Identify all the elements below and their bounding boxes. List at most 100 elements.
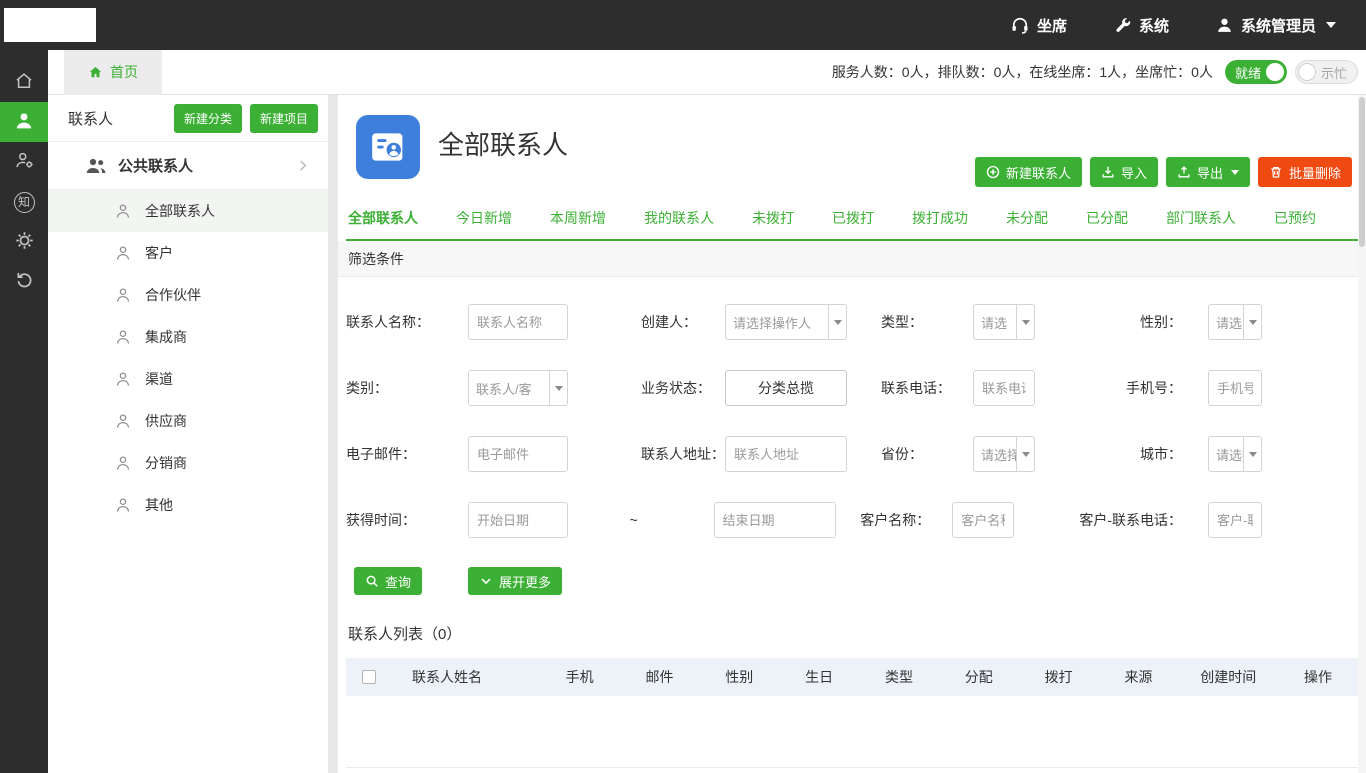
busy-toggle[interactable]: 示忙 [1295,60,1358,84]
filter-label: 性别： [1140,312,1182,332]
new-contact-button[interactable]: 新建联系人 [975,157,1082,187]
filter-label: 获得时间： [346,510,468,530]
sidebar-item-7[interactable]: 其他 [48,484,328,526]
chevron-down-icon [1016,437,1034,471]
home-tab-label: 首页 [110,62,138,82]
tab-6[interactable]: 拨打成功 [910,199,970,239]
chevron-down-icon [479,574,493,588]
column-header-8[interactable]: 来源 [1099,667,1179,687]
filter-select-1-0[interactable]: 联系人/客 [468,370,568,406]
tab-3[interactable]: 我的联系人 [642,199,716,239]
scrollbar-thumb[interactable] [1359,97,1365,247]
export-button[interactable]: 导出 [1166,157,1250,187]
tab-8[interactable]: 已分配 [1084,199,1130,239]
panel-header: 联系人 新建分类 新建项目 [48,95,328,142]
filter-input-2-1[interactable] [725,436,847,472]
filter-value-1-1[interactable]: 分类总揽 [725,370,847,406]
admin-menu-label: 系统管理员 [1241,15,1316,36]
sidebar-item-0[interactable]: 全部联系人 [48,190,328,232]
public-contacts-group[interactable]: 公共联系人 [48,142,328,190]
ready-toggle[interactable]: 就绪 [1225,60,1287,84]
admin-menu[interactable]: 系统管理员 [1215,15,1336,36]
filter-input-3-1[interactable] [714,502,836,538]
select-value: 联系人/客 [469,379,549,398]
system-menu-label: 系统 [1139,15,1169,36]
column-header-2[interactable]: 邮件 [620,667,700,687]
expand-more-button[interactable]: 展开更多 [468,567,562,595]
sidebar-item-6[interactable]: 分销商 [48,442,328,484]
ready-toggle-label: 就绪 [1235,63,1261,82]
agent-menu[interactable]: 坐席 [1010,15,1067,36]
expand-more-label: 展开更多 [499,572,551,591]
filter-label: 手机号： [1126,378,1182,398]
column-header-4[interactable]: 生日 [779,667,859,687]
filter-input-2-0[interactable] [468,436,568,472]
sidebar-item-2[interactable]: 合作伙伴 [48,274,328,316]
select-value: 请选择 [1209,445,1243,464]
header-actions: 新建联系人 导入 导出 批量删除 [975,157,1352,187]
column-header-3[interactable]: 性别 [699,667,779,687]
tab-5[interactable]: 已拨打 [830,199,876,239]
person-icon [114,496,132,514]
tab-9[interactable]: 部门联系人 [1164,199,1238,239]
column-header-10[interactable]: 操作 [1278,667,1358,687]
person-icon [114,202,132,220]
filter-select-0-3[interactable]: 请选 [1208,304,1262,340]
tab-1[interactable]: 今日新增 [454,199,514,239]
column-header-5[interactable]: 类型 [859,667,939,687]
tab-10[interactable]: 已预约 [1272,199,1318,239]
vertical-scrollbar[interactable] [1358,95,1366,773]
rail-item-contacts[interactable] [0,102,48,142]
filter-label: 联系人名称： [346,312,468,332]
rail-item-knowledge[interactable]: 知 [0,182,48,222]
sidebar-item-5[interactable]: 供应商 [48,400,328,442]
sidebar-item-4[interactable]: 渠道 [48,358,328,400]
query-button[interactable]: 查询 [354,567,422,595]
column-header-0[interactable]: 联系人姓名 [392,667,540,687]
tab-0[interactable]: 全部联系人 [346,199,420,239]
tab-7[interactable]: 未分配 [1004,199,1050,239]
topbar-menu: 坐席 系统 系统管理员 [1010,15,1336,36]
system-menu[interactable]: 系统 [1113,15,1169,36]
tab-2[interactable]: 本周新增 [548,199,608,239]
filter-input-3-0[interactable] [468,502,568,538]
filter-select-2-3[interactable]: 请选择 [1208,436,1262,472]
filter-input-1-2[interactable] [973,370,1035,406]
rail-item-agent-manage[interactable] [0,142,48,182]
page-header: 全部联系人 新建联系人 导入 导出 [338,95,1366,191]
filter-label: 业务状态： [641,378,725,398]
rail-item-settings[interactable] [0,222,48,262]
column-header-9[interactable]: 创建时间 [1178,667,1278,687]
sidebar-item-1[interactable]: 客户 [48,232,328,274]
filter-input-3-2[interactable] [952,502,1014,538]
column-header-6[interactable]: 分配 [939,667,1019,687]
import-label: 导入 [1121,163,1147,182]
filter-label: 联系电话： [881,378,973,398]
filter-select-0-2[interactable]: 请选 [973,304,1035,340]
content-row: 联系人 新建分类 新建项目 公共联系人 全部联系人客户合作伙伴集成商渠道供应商分… [48,95,1366,773]
table-empty-body [346,696,1358,768]
filter-input-0-0[interactable] [468,304,568,340]
person-icon [114,244,132,262]
select-all-checkbox[interactable] [362,670,376,684]
filter-select-0-1[interactable]: 请选择操作人 [725,304,847,340]
filter-input-1-3[interactable] [1208,370,1262,406]
filter-label: 创建人： [641,312,725,332]
new-project-button[interactable]: 新建项目 [250,104,318,133]
new-category-button[interactable]: 新建分类 [174,104,242,133]
tab-4[interactable]: 未拨打 [750,199,796,239]
sidebar-item-3[interactable]: 集成商 [48,316,328,358]
filter-label: 联系人地址： [641,444,725,464]
filter-label: 客户名称： [860,510,952,530]
column-header-7[interactable]: 拨打 [1019,667,1099,687]
batch-delete-button[interactable]: 批量删除 [1258,157,1352,187]
filter-select-2-2[interactable]: 请选择 [973,436,1035,472]
rail-item-home[interactable] [0,62,48,102]
filter-label: 类型： [881,312,973,332]
import-button[interactable]: 导入 [1090,157,1158,187]
home-tab[interactable]: 首页 [64,50,162,95]
rail-item-history[interactable] [0,262,48,302]
column-header-1[interactable]: 手机 [540,667,620,687]
filter-section-header: 筛选条件 [338,241,1366,277]
filter-input-3-3[interactable] [1208,502,1262,538]
